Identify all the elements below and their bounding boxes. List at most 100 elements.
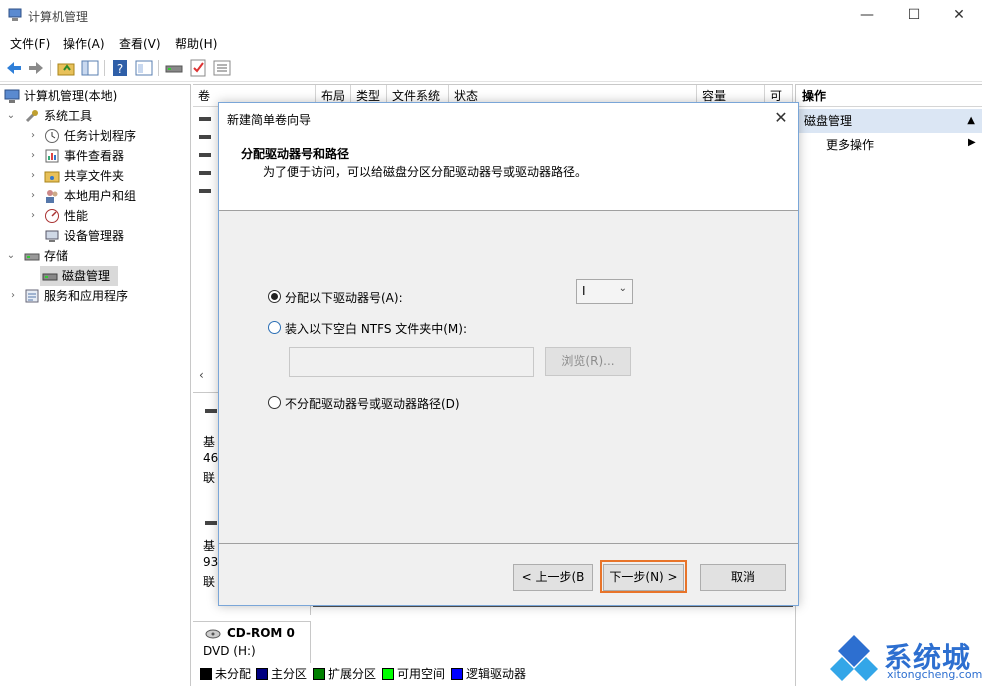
tree-item-disk-management[interactable]: 磁盘管理 — [40, 266, 118, 286]
users-icon — [46, 190, 58, 203]
disk-0-size: 46 — [203, 451, 219, 465]
horizontal-scrollbar[interactable]: ‹ — [193, 366, 219, 386]
collapse-up-icon[interactable]: ▲ — [967, 109, 975, 133]
disk-1-size: 93 — [203, 555, 219, 569]
clock-icon — [45, 129, 59, 143]
legend-swatch — [256, 668, 268, 680]
scroll-left-icon[interactable]: ‹ — [199, 368, 204, 382]
legend: 未分配 主分区 扩展分区 可用空间 逻辑驱动器 — [193, 664, 793, 684]
properties-icon[interactable] — [134, 58, 154, 78]
radio-mount-label[interactable]: 装入以下空白 NTFS 文件夹中(M): — [285, 320, 467, 337]
disk-1-type: 基 — [203, 539, 216, 553]
dialog-subtitle: 为了便于访问，可以给磁盘分区分配驱动器号或驱动器路径。 — [263, 165, 588, 179]
legend-label: 未分配 — [215, 667, 252, 681]
radio-assign-label[interactable]: 分配以下驱动器号(A): — [285, 289, 403, 306]
tools-icon — [25, 110, 38, 123]
cdrom-icon — [205, 629, 221, 639]
tree-label: 本地用户和组 — [64, 189, 137, 203]
legend-swatch — [200, 668, 212, 680]
volume-icon — [199, 189, 211, 193]
tree-label: 性能 — [64, 209, 89, 223]
disk-icon — [205, 521, 217, 525]
menu-file[interactable]: 文件(F) — [10, 35, 50, 52]
volume-icon — [199, 117, 211, 121]
chevron-right-icon[interactable]: › — [28, 186, 38, 206]
dialog-heading: 分配驱动器号和路径 — [241, 147, 350, 161]
menu-help[interactable]: 帮助(H) — [175, 35, 217, 52]
close-button[interactable]: ✕ — [936, 0, 982, 30]
chevron-right-icon[interactable]: › — [28, 166, 38, 186]
folder-path-input[interactable] — [289, 347, 534, 377]
actions-group-label: 磁盘管理 — [804, 114, 853, 128]
check-icon[interactable] — [188, 58, 208, 78]
computer-icon — [4, 89, 20, 103]
tree-label: 系统工具 — [44, 109, 93, 123]
show-tree-icon[interactable] — [80, 58, 100, 78]
tree-label: 计算机管理(本地) — [24, 89, 118, 103]
tree-label: 共享文件夹 — [64, 169, 125, 183]
legend-label: 主分区 — [271, 667, 308, 681]
dialog-header: 分配驱动器号和路径 为了便于访问，可以给磁盘分区分配驱动器号或驱动器路径。 — [219, 133, 798, 211]
list-icon[interactable] — [212, 58, 232, 78]
chevron-right-icon[interactable]: › — [28, 206, 38, 226]
radio-assign-drive-letter[interactable] — [268, 290, 281, 303]
disk-icon[interactable] — [164, 58, 184, 78]
radio-no-drive-letter[interactable] — [268, 396, 281, 409]
next-button[interactable]: 下一步(N) > — [603, 564, 684, 591]
maximize-button[interactable]: ☐ — [891, 0, 937, 30]
cdrom-info[interactable]: CD-ROM 0 DVD (H:) — [193, 621, 311, 663]
tree-label: 服务和应用程序 — [44, 289, 129, 303]
dialog-close-button[interactable]: ✕ — [770, 107, 792, 129]
tree-label: 事件查看器 — [64, 149, 125, 163]
dialog-title-bar: 新建简单卷向导 ✕ — [219, 103, 798, 133]
help-icon[interactable]: ? — [110, 58, 130, 78]
legend-swatch — [313, 668, 325, 680]
title-bar: 计算机管理 — ☐ ✕ — [0, 0, 982, 30]
new-simple-volume-wizard: 新建简单卷向导 ✕ 分配驱动器号和路径 为了便于访问，可以给磁盘分区分配驱动器号… — [218, 102, 799, 606]
actions-group-disk-management[interactable]: 磁盘管理 ▲ — [796, 109, 982, 133]
folder-up-icon[interactable] — [56, 58, 76, 78]
browse-button[interactable]: 浏览(R)... — [545, 347, 631, 376]
minimize-button[interactable]: — — [844, 0, 890, 30]
disk-icon — [205, 409, 217, 413]
back-icon[interactable] — [4, 58, 24, 78]
actions-pane: 操作 磁盘管理 ▲ 更多操作 ▶ — [795, 84, 982, 686]
disk-management-icon — [42, 273, 58, 281]
drive-letter-value: I — [582, 284, 586, 298]
menu-action[interactable]: 操作(A) — [63, 35, 105, 52]
cancel-button[interactable]: 取消 — [700, 564, 786, 591]
toolbar-separator — [158, 60, 159, 76]
tree-label: 磁盘管理 — [62, 269, 111, 283]
chevron-down-icon[interactable]: ⌄ — [6, 246, 16, 266]
more-actions-item[interactable]: 更多操作 — [826, 135, 874, 155]
cdrom-name: CD-ROM 0 — [227, 626, 295, 640]
legend-label: 扩展分区 — [328, 667, 377, 681]
menu-bar: 文件(F) 操作(A) 查看(V) 帮助(H) — [0, 32, 982, 54]
toolbar-separator — [50, 60, 51, 76]
radio-mount-folder[interactable] — [268, 321, 281, 334]
volume-icon — [199, 171, 211, 175]
legend-swatch — [382, 668, 394, 680]
tree-label: 设备管理器 — [64, 229, 125, 243]
volume-icon — [199, 135, 211, 139]
drive-letter-select[interactable]: I ⌄ — [576, 279, 633, 304]
dialog-separator — [219, 543, 798, 544]
radio-none-label[interactable]: 不分配驱动器号或驱动器路径(D) — [285, 395, 460, 412]
chevron-right-icon[interactable]: › — [28, 126, 38, 146]
toolbar-separator — [104, 60, 105, 76]
menu-view[interactable]: 查看(V) — [119, 35, 161, 52]
chevron-down-icon[interactable]: ⌄ — [6, 106, 16, 126]
back-button[interactable]: < 上一步(B — [513, 564, 593, 591]
svg-text:?: ? — [117, 62, 123, 76]
tree-label: 任务计划程序 — [64, 129, 137, 143]
volume-rows — [199, 113, 211, 209]
chevron-right-icon[interactable]: › — [8, 286, 18, 306]
device-manager-icon — [45, 230, 59, 242]
forward-icon[interactable] — [26, 58, 46, 78]
chevron-right-icon[interactable]: › — [28, 146, 38, 166]
shared-folder-icon — [44, 171, 60, 183]
legend-swatch — [451, 668, 463, 680]
submenu-arrow-icon: ▶ — [968, 137, 976, 148]
performance-icon — [45, 209, 59, 223]
disk-1-status: 联 — [203, 575, 216, 589]
